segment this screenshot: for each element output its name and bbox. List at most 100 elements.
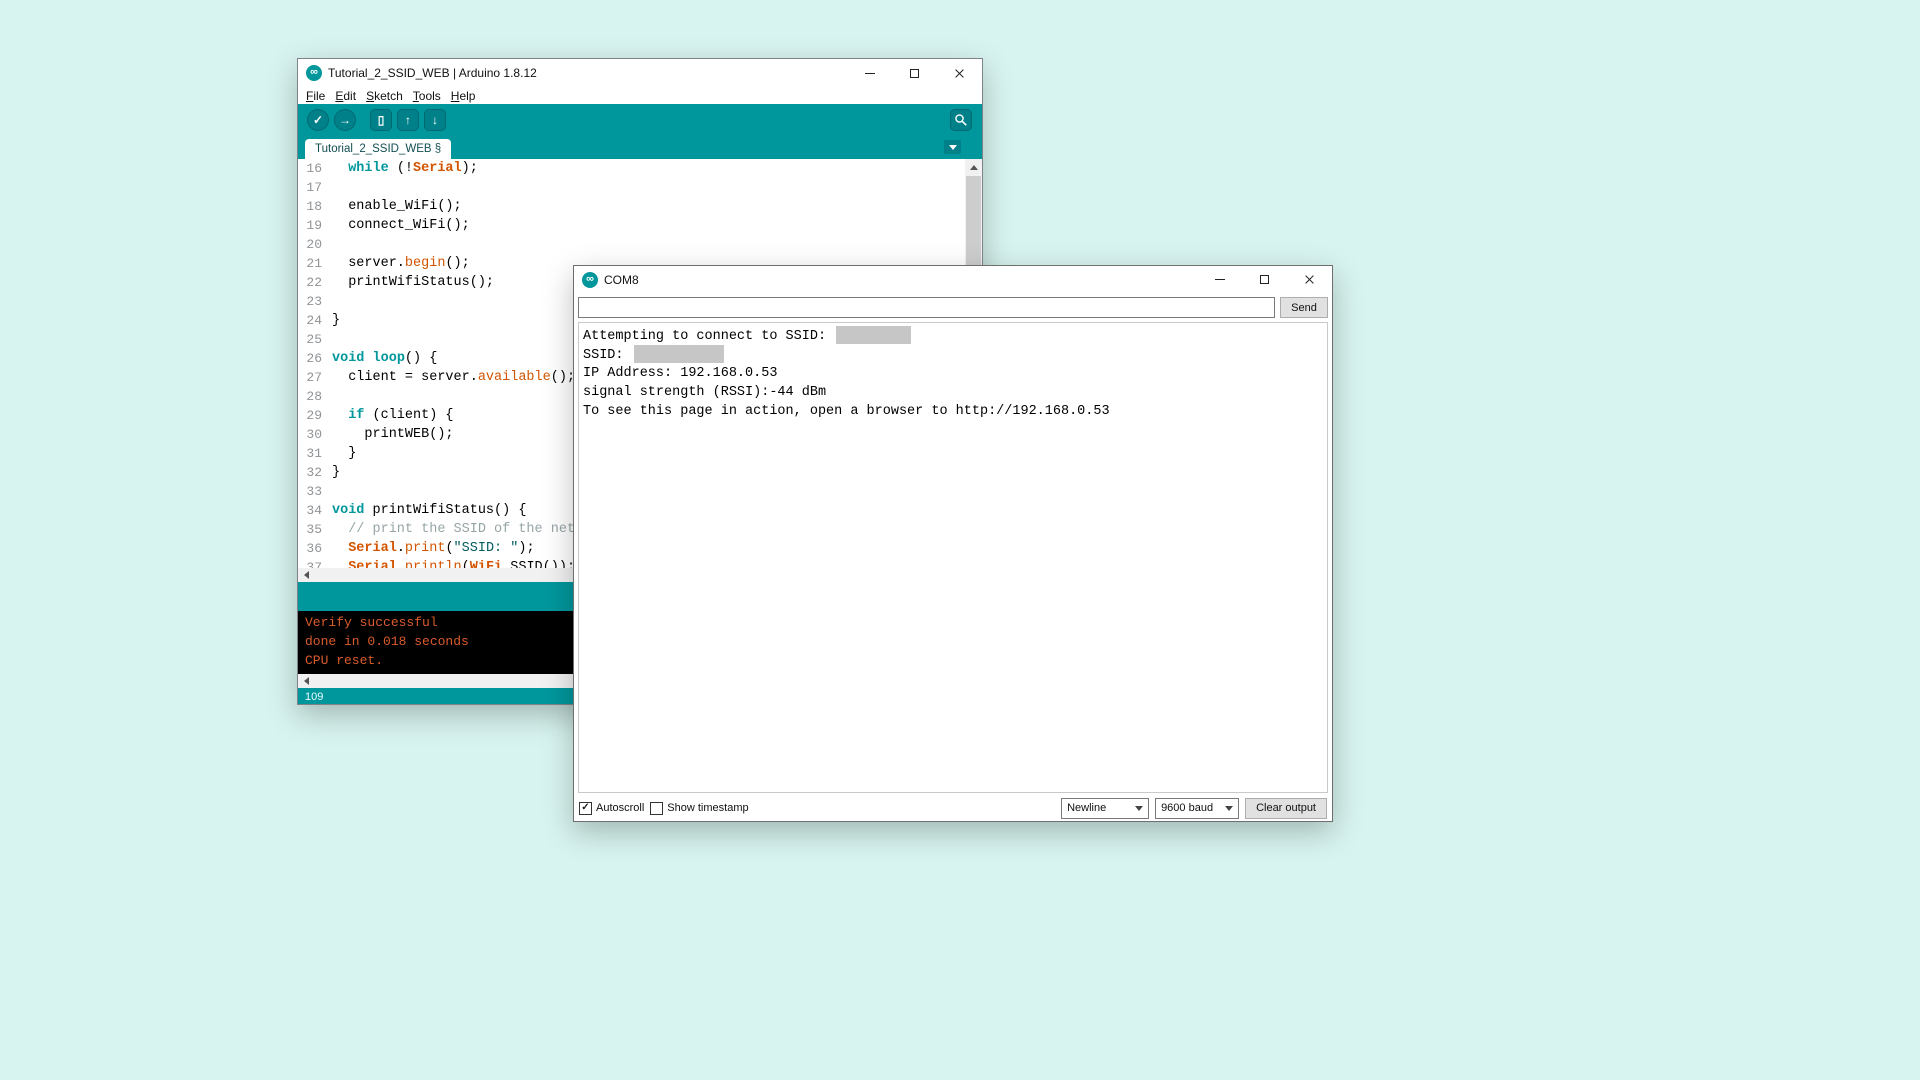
maximize-icon xyxy=(910,69,919,78)
show-timestamp-checkbox[interactable] xyxy=(650,802,663,815)
close-icon xyxy=(954,68,965,79)
line-number: 33 xyxy=(298,482,332,501)
tab-strip: Tutorial_2_SSID_WEB § xyxy=(298,135,982,159)
serial-controls: ✓ Autoscroll Show timestamp Newline 9600… xyxy=(578,797,1328,819)
line-number: 26 xyxy=(298,349,332,368)
maximize-icon xyxy=(1260,275,1269,284)
line-number: 22 xyxy=(298,273,332,292)
serial-output-line: IP Address: 192.168.0.53 xyxy=(583,364,1323,383)
upload-button[interactable]: → xyxy=(334,109,356,131)
minimize-icon xyxy=(865,73,875,74)
line-number: 37 xyxy=(298,558,332,568)
chevron-down-icon xyxy=(1135,806,1143,811)
show-timestamp-label: Show timestamp xyxy=(667,802,748,814)
scroll-left-button[interactable] xyxy=(298,674,314,688)
line-number: 31 xyxy=(298,444,332,463)
serial-input[interactable] xyxy=(578,297,1275,318)
close-button[interactable] xyxy=(937,59,982,87)
code-line: 17 xyxy=(298,178,982,197)
open-button[interactable]: ↑ xyxy=(397,109,419,131)
maximize-button[interactable] xyxy=(1242,266,1287,293)
close-button[interactable] xyxy=(1287,266,1332,293)
autoscroll-control[interactable]: ✓ Autoscroll xyxy=(579,802,644,815)
line-number: 34 xyxy=(298,501,332,520)
menu-item-help[interactable]: Help xyxy=(446,89,481,103)
serial-output-line: signal strength (RSSI):-44 dBm xyxy=(583,383,1323,402)
line-number: 28 xyxy=(298,387,332,406)
autoscroll-label: Autoscroll xyxy=(596,802,644,814)
arrow-left-icon xyxy=(304,571,309,579)
chevron-down-icon xyxy=(1225,806,1233,811)
tab-tutorial-2-ssid-web[interactable]: Tutorial_2_SSID_WEB § xyxy=(305,139,451,159)
arrow-up-icon xyxy=(970,165,978,170)
tab-list-button[interactable] xyxy=(944,140,961,154)
line-number: 24 xyxy=(298,311,332,330)
line-number: 17 xyxy=(298,178,332,197)
line-number: 35 xyxy=(298,520,332,539)
code-line: 19 connect_WiFi(); xyxy=(298,216,982,235)
serial-output-line: SSID: xyxy=(583,345,1323,364)
close-icon xyxy=(1304,274,1315,285)
new-sketch-button[interactable]: ▯ xyxy=(370,109,392,131)
menu-item-sketch[interactable]: Sketch xyxy=(361,89,408,103)
line-number: 16 xyxy=(298,159,332,178)
save-button[interactable]: ↓ xyxy=(424,109,446,131)
line-number: 25 xyxy=(298,330,332,349)
line-number: 18 xyxy=(298,197,332,216)
redacted-ssid xyxy=(836,326,911,344)
serial-monitor-button[interactable] xyxy=(950,109,972,131)
maximize-button[interactable] xyxy=(892,59,937,87)
line-number: 27 xyxy=(298,368,332,387)
code-line: 18 enable_WiFi(); xyxy=(298,197,982,216)
line-ending-select[interactable]: Newline xyxy=(1061,798,1149,819)
baud-rate-value: 9600 baud xyxy=(1161,802,1213,814)
verify-button[interactable]: ✓ xyxy=(307,109,329,131)
line-ending-value: Newline xyxy=(1067,802,1106,814)
serial-window-controls xyxy=(1197,266,1332,293)
menu-item-edit[interactable]: Edit xyxy=(330,89,361,103)
line-number: 30 xyxy=(298,425,332,444)
serial-monitor-body: Send Attempting to connect to SSID: SSID… xyxy=(574,293,1332,822)
line-number: 29 xyxy=(298,406,332,425)
code-line: 20 xyxy=(298,235,982,254)
serial-output-line: Attempting to connect to SSID: xyxy=(583,326,1323,345)
clear-output-button[interactable]: Clear output xyxy=(1245,798,1327,819)
line-number: 21 xyxy=(298,254,332,273)
minimize-button[interactable] xyxy=(847,59,892,87)
serial-output-line: To see this page in action, open a brows… xyxy=(583,402,1323,421)
redacted-ssid xyxy=(634,345,724,363)
line-number: 23 xyxy=(298,292,332,311)
show-timestamp-control[interactable]: Show timestamp xyxy=(650,802,748,815)
menu-item-file[interactable]: File xyxy=(301,89,330,103)
chevron-down-icon xyxy=(949,145,957,150)
minimize-icon xyxy=(1215,279,1225,280)
arrow-left-icon xyxy=(304,677,309,685)
serial-input-row: Send xyxy=(578,297,1328,318)
minimize-button[interactable] xyxy=(1197,266,1242,293)
line-number: 32 xyxy=(298,463,332,482)
arduino-window-controls xyxy=(847,59,982,87)
arduino-window-title: Tutorial_2_SSID_WEB | Arduino 1.8.12 xyxy=(328,66,537,80)
scrollbar-thumb[interactable] xyxy=(966,176,981,271)
send-button[interactable]: Send xyxy=(1280,297,1328,318)
serial-window-title: COM8 xyxy=(604,273,639,287)
serial-titlebar[interactable]: ∞ COM8 xyxy=(574,266,1332,293)
line-number: 19 xyxy=(298,216,332,235)
serial-monitor-window: ∞ COM8 Send Attempting to connect to SSI… xyxy=(573,265,1333,822)
toolbar: ✓→ ▯↑↓ xyxy=(298,104,982,135)
line-number-indicator: 109 xyxy=(305,691,323,703)
autoscroll-checkbox[interactable]: ✓ xyxy=(579,802,592,815)
scroll-left-button[interactable] xyxy=(298,568,314,582)
arduino-titlebar[interactable]: ∞ Tutorial_2_SSID_WEB | Arduino 1.8.12 xyxy=(298,59,982,87)
arduino-logo-icon: ∞ xyxy=(306,65,322,81)
line-number: 20 xyxy=(298,235,332,254)
menu-item-tools[interactable]: Tools xyxy=(408,89,446,103)
code-line: 16 while (!Serial); xyxy=(298,159,982,178)
serial-output[interactable]: Attempting to connect to SSID: SSID: IP … xyxy=(578,322,1328,793)
magnifier-icon xyxy=(954,113,968,127)
arduino-logo-icon: ∞ xyxy=(582,272,598,288)
scroll-up-button[interactable] xyxy=(965,159,982,176)
menu-bar: FileEditSketchToolsHelp xyxy=(298,87,982,104)
baud-rate-select[interactable]: 9600 baud xyxy=(1155,798,1239,819)
line-number: 36 xyxy=(298,539,332,558)
